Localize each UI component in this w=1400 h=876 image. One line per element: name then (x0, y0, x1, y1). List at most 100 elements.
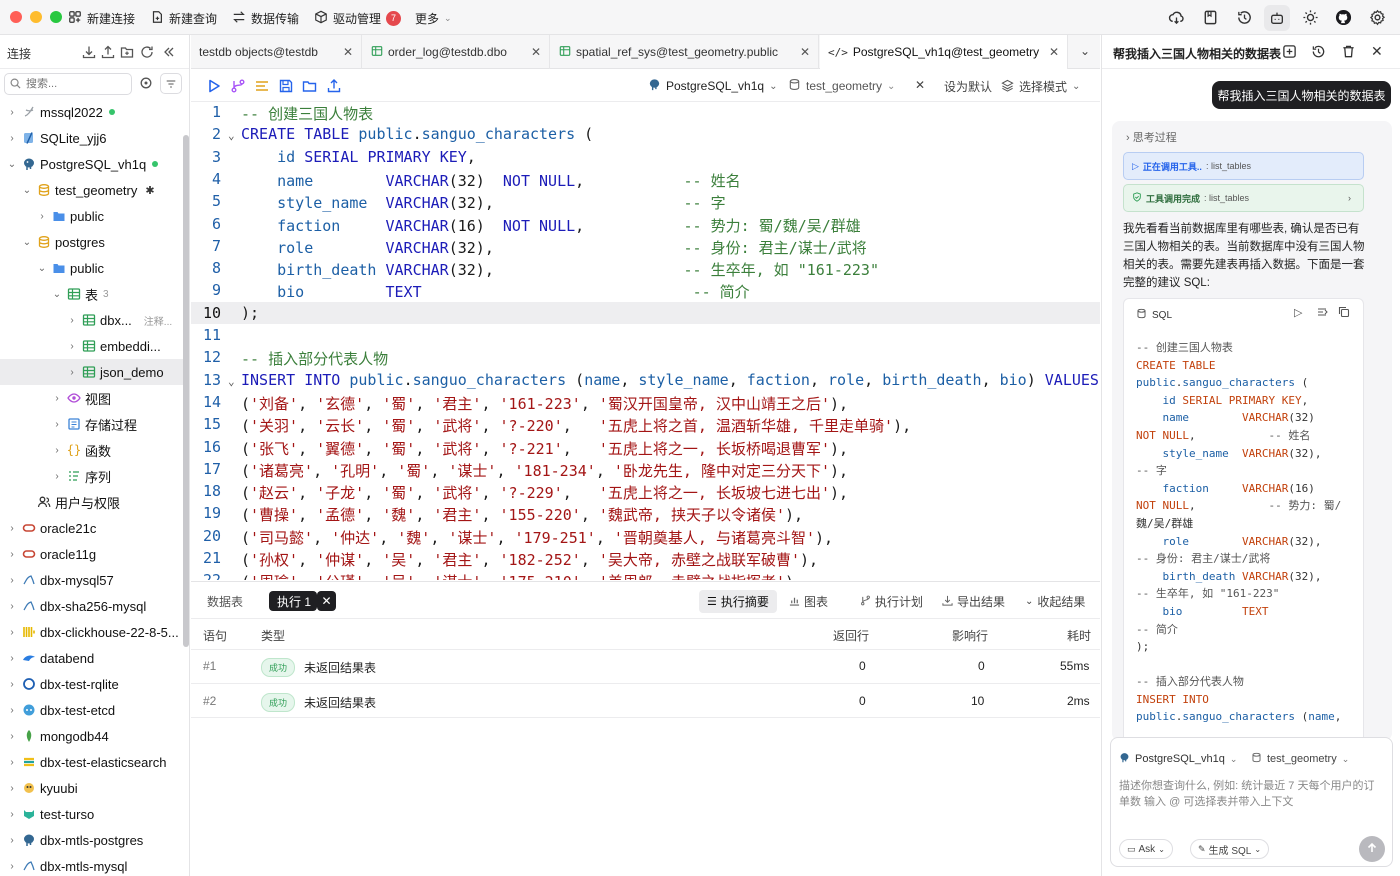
close-tab-icon[interactable]: ✕ (1049, 45, 1059, 59)
input-database-selector[interactable]: test_geometry ⌄ (1251, 752, 1349, 766)
maximize-window-button[interactable] (50, 11, 62, 23)
tree-item-public[interactable]: › public (0, 203, 183, 229)
upload-icon[interactable] (101, 45, 115, 59)
code-line[interactable]: ('曹操', '孟德', '魏', '君主', '155-220', '魏武帝,… (241, 504, 803, 525)
new-connection-button[interactable]: 新建连接 (68, 9, 135, 27)
tree-item-postgresql-vh1q[interactable]: ⌄ PostgreSQL_vh1q (0, 151, 183, 177)
ask-mode-button[interactable]: ▭ Ask ⌄ (1119, 839, 1173, 859)
code-line[interactable]: ('诸葛亮', '孔明', '蜀', '谋士', '181-234', '卧龙先… (241, 460, 848, 481)
close-result-tab-icon[interactable]: ✕ (317, 591, 336, 611)
new-folder-icon[interactable] (120, 45, 134, 59)
explain-plan-button[interactable]: 执行计划 (860, 593, 923, 610)
code-line[interactable]: bio TEXT -- 简介 (241, 281, 750, 302)
code-line[interactable]: ('关羽', '云长', '蜀', '武将', '?-220', '五虎上将之首… (241, 415, 911, 436)
tree-item-tables[interactable]: ⌄ 表3 (0, 281, 183, 307)
tree-item-procedures[interactable]: › 存储过程 (0, 411, 183, 437)
tree-item-views[interactable]: › 视图 (0, 385, 183, 411)
tree-item-table-json-demo[interactable]: › json_demo (0, 359, 183, 385)
tree-item-kyuubi[interactable]: › kyuubi (0, 775, 183, 801)
close-panel-icon[interactable]: ✕ (1371, 43, 1383, 60)
tree-item-dbx-mtls-mysql[interactable]: › dbx-mtls-mysql (0, 853, 183, 876)
code-line[interactable]: birth_death VARCHAR(32), -- 生卒年, 如 "161-… (241, 259, 879, 280)
tree-item-functions[interactable]: › {} 函数 (0, 437, 183, 463)
connection-selector[interactable]: PostgreSQL_vh1q ⌄ (648, 78, 777, 94)
close-tab-icon[interactable]: ✕ (531, 45, 541, 59)
code-line[interactable]: ); (241, 304, 259, 322)
tree-item-dbx-test-etcd[interactable]: › dbx-test-etcd (0, 697, 183, 723)
set-default-button[interactable]: 设为默认 (944, 78, 992, 95)
sql-editor[interactable]: 1 -- 创建三国人物表 2 ⌄ CREATE TABLE public.sanguo_… (191, 102, 1100, 580)
tree-item-test-geometry[interactable]: ⌄ test_geometry ✱ (0, 177, 183, 203)
minimize-window-button[interactable] (30, 11, 42, 23)
fold-chevron-icon[interactable]: ⌄ (228, 375, 235, 388)
ai-assistant-icon[interactable] (1264, 5, 1290, 31)
tree-item-test-turso[interactable]: › test-turso (0, 801, 183, 827)
thinking-toggle[interactable]: › 思考过程 (1126, 129, 1177, 145)
tree-item-table-dbx[interactable]: › dbx... 注释... (0, 307, 183, 333)
more-menu-button[interactable]: 更多 ⌄ (415, 9, 452, 27)
delete-icon[interactable] (1341, 44, 1356, 62)
tree-item-dbx-mtls-postgres[interactable]: › dbx-mtls-postgres (0, 827, 183, 853)
run-sql-icon[interactable]: ▷ (1294, 306, 1302, 319)
save-icon[interactable] (278, 78, 294, 94)
generate-sql-mode-button[interactable]: ✎ 生成 SQL ⌄ (1190, 839, 1270, 859)
code-line[interactable]: ('刘备', '玄德', '蜀', '君主', '161-223', '蜀汉开国… (241, 393, 848, 414)
collapse-results-button[interactable]: ⌄ 收起结果 (1025, 593, 1085, 610)
code-line[interactable]: ('张飞', '翼德', '蜀', '武将', '?-221', '五虎上将之一… (241, 438, 848, 459)
insert-to-editor-icon[interactable] (1316, 306, 1328, 321)
tree-item-postgres[interactable]: ⌄ postgres (0, 229, 183, 255)
tool-call-done[interactable]: 工具调用完成: list_tables › (1123, 184, 1364, 212)
tree-item-sqlite[interactable]: › SQLite_yjj6 (0, 125, 183, 151)
code-line[interactable]: CREATE TABLE public.sanguo_characters ( (241, 125, 593, 143)
tab-spatial-ref-sys[interactable]: spatial_ref_sys@test_geometry.public ✕ (551, 35, 819, 69)
code-line[interactable]: ('孙权', '仲谋', '吴', '君主', '182-252', '吴大帝,… (241, 549, 818, 570)
bookmark-icon[interactable] (1202, 9, 1219, 26)
code-line[interactable]: -- 插入部分代表人物 (241, 348, 388, 369)
tree-item-dbx-clickhouse[interactable]: › dbx-clickhouse-22-8-5... (0, 619, 183, 645)
clear-selection-icon[interactable]: ✕ (915, 78, 925, 92)
tab-testdb-objects[interactable]: testdb objects@testdb ✕ (191, 35, 362, 69)
tab-execution-1[interactable]: 执行 1 (269, 591, 318, 611)
pin-icon[interactable]: ✱ (145, 184, 154, 197)
run-icon[interactable] (206, 78, 222, 94)
history-icon[interactable] (1311, 44, 1326, 62)
tool-call-running[interactable]: ▷ 正在调用工具..: list_tables (1123, 152, 1364, 180)
theme-sun-icon[interactable] (1302, 9, 1319, 26)
code-line[interactable]: ('周瑜', '公瑾', '吴', '谋士', '175-210', '美周郎,… (241, 571, 803, 580)
tree-item-sequences[interactable]: › 序列 (0, 463, 183, 489)
code-line[interactable]: ('赵云', '子龙', '蜀', '武将', '?-229', '五虎上将之一… (241, 482, 848, 503)
collapse-sidebar-icon[interactable] (162, 45, 176, 59)
branch-icon[interactable] (230, 78, 246, 94)
tree-item-oracle11g[interactable]: › oracle11g (0, 541, 183, 567)
execution-summary-button[interactable]: ☰ 执行摘要 (699, 590, 777, 613)
export-icon[interactable] (326, 78, 342, 94)
copy-icon[interactable] (1338, 306, 1350, 321)
tree-item-dbx-test-elasticsearch[interactable]: › dbx-test-elasticsearch (0, 749, 183, 775)
send-button[interactable] (1359, 836, 1385, 862)
cloud-sync-icon[interactable] (1168, 9, 1185, 26)
chat-input-box[interactable]: PostgreSQL_vh1q ⌄ test_geometry ⌄ 描述你想查询… (1110, 737, 1393, 867)
schema-mode-selector[interactable]: 选择模式 ⌄ (1001, 78, 1080, 95)
driver-manager-button[interactable]: 驱动管理 7 (314, 9, 402, 27)
connection-search[interactable] (4, 73, 132, 95)
tree-item-databend[interactable]: › databend (0, 645, 183, 671)
tree-item-users-permissions[interactable]: 用户与权限 (0, 489, 183, 515)
chat-input-placeholder[interactable]: 描述你想查询什么, 例如: 统计最近 7 天每个用户的订单数 输入 @ 可选择表… (1119, 778, 1381, 810)
download-icon[interactable] (82, 45, 96, 59)
input-connection-selector[interactable]: PostgreSQL_vh1q ⌄ (1119, 752, 1237, 766)
github-icon[interactable] (1335, 9, 1352, 26)
code-line[interactable]: -- 创建三国人物表 (241, 103, 373, 124)
code-line[interactable]: faction VARCHAR(16) NOT NULL, -- 势力: 蜀/魏… (241, 215, 861, 236)
tree-item-dbx-mysql57[interactable]: › dbx-mysql57 (0, 567, 183, 593)
tab-postgresql-query[interactable]: </> PostgreSQL_vh1q@test_geometry ✕ (820, 35, 1068, 69)
new-chat-icon[interactable] (1282, 44, 1297, 62)
tree-item-oracle21c[interactable]: › oracle21c (0, 515, 183, 541)
table-row[interactable]: #2 成功 未返回结果表 0 10 2ms (191, 684, 1100, 718)
tabs-overflow-chevron-icon[interactable]: ⌄ (1080, 44, 1090, 58)
close-tab-icon[interactable]: ✕ (800, 45, 810, 59)
export-results-button[interactable]: 导出结果 (942, 593, 1005, 610)
tree-item-mssql2022[interactable]: › mssql2022 (0, 99, 183, 125)
tree-item-mongodb44[interactable]: › mongodb44 (0, 723, 183, 749)
format-icon[interactable] (254, 78, 270, 94)
code-line[interactable]: name VARCHAR(32) NOT NULL, -- 姓名 (241, 170, 741, 191)
